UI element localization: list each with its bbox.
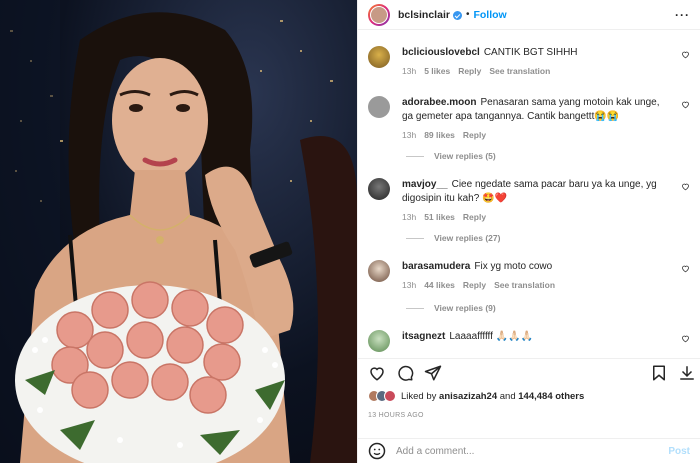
commenter-avatar[interactable]	[368, 330, 390, 352]
comment-time[interactable]: 13h	[402, 130, 416, 140]
action-bar	[358, 358, 700, 386]
post-photo[interactable]	[0, 0, 357, 463]
like-comment-heart-icon[interactable]	[681, 50, 690, 59]
comment-username[interactable]: adorabee.moon	[402, 97, 476, 108]
like-comment-heart-icon[interactable]	[681, 264, 690, 273]
see-translation-link[interactable]: See translation	[489, 66, 550, 76]
view-replies-button[interactable]: View replies (9)	[406, 303, 496, 313]
like-heart-icon[interactable]	[368, 364, 386, 382]
reply-button[interactable]: Reply	[463, 212, 486, 222]
reply-button[interactable]: Reply	[463, 130, 486, 140]
comment-username[interactable]: mavjoy__	[402, 179, 448, 190]
bookmark-icon[interactable]	[650, 364, 668, 382]
commenter-avatar[interactable]	[368, 46, 390, 68]
likes-count[interactable]: 144,484 others	[518, 391, 584, 402]
comment-bubble-icon[interactable]	[396, 364, 414, 382]
comment-time[interactable]: 13h	[402, 66, 416, 76]
reply-button[interactable]: Reply	[458, 66, 481, 76]
comment-likes[interactable]: 5 likes	[424, 66, 450, 76]
follow-button[interactable]: Follow	[473, 9, 506, 21]
photo-illustration	[0, 0, 357, 463]
liked-by-and: and	[499, 390, 516, 402]
comment-likes[interactable]: 44 likes	[424, 280, 455, 290]
comment-text: Laaaaffffff 🙏🏻🙏🏻🙏🏻	[449, 331, 534, 342]
view-replies-button[interactable]: View replies (5)	[406, 151, 496, 161]
liker-avatar[interactable]	[384, 390, 396, 402]
author-avatar[interactable]	[368, 3, 390, 26]
liked-by-prefix: Liked by	[401, 390, 437, 402]
comment-item: bclicious‌lovebcl CANTIK BGT SIHHH 13h 5 l…	[368, 46, 690, 86]
view-replies-button[interactable]: View replies (27)	[406, 233, 500, 243]
comment-time[interactable]: 13h	[402, 280, 416, 290]
comment-item: mavjoy__ Ciee ngedate sama pacar baru ya …	[368, 178, 690, 228]
comment-username[interactable]: bclicious‌lovebcl	[402, 47, 480, 58]
post-side-panel: bclsinclair • Follow ··· bclicious‌loveb…	[357, 0, 700, 463]
verified-badge-icon	[452, 11, 462, 20]
post-header: bclsinclair • Follow ···	[358, 0, 700, 30]
emoji-icon[interactable]	[368, 442, 386, 460]
comment-username[interactable]: itsagnezt	[402, 331, 445, 342]
comment-item: adorabee.moon Penasaran sama yang motoin …	[368, 96, 690, 146]
comment-likes[interactable]: 89 likes	[424, 130, 455, 140]
download-icon[interactable]	[678, 364, 696, 382]
like-comment-heart-icon[interactable]	[681, 182, 690, 191]
comment-item: barasamudera Fix yg moto cowo 13h 44 likes…	[368, 260, 690, 300]
comments-list[interactable]: bclicious‌lovebcl CANTIK BGT SIHHH 13h 5 l…	[358, 40, 700, 352]
comment-username[interactable]: barasamudera	[402, 261, 470, 272]
likes-summary: Liked by anisazizah24 and 144,484 others	[368, 390, 584, 402]
author-username[interactable]: bclsinclair	[398, 9, 450, 21]
liked-by-user[interactable]: anisazizah24	[439, 391, 497, 402]
like-comment-heart-icon[interactable]	[681, 100, 690, 109]
commenter-avatar[interactable]	[368, 96, 390, 118]
comment-likes[interactable]: 51 likes	[424, 212, 455, 222]
add-comment-bar: Post	[358, 438, 700, 463]
post-timestamp[interactable]: 13 HOURS AGO	[368, 412, 424, 419]
post-comment-button[interactable]: Post	[668, 446, 690, 457]
more-options-icon[interactable]: ···	[675, 8, 690, 22]
comment-text: Fix yg moto cowo	[474, 261, 553, 272]
like-comment-heart-icon[interactable]	[681, 334, 690, 343]
separator-dot: •	[465, 9, 470, 20]
commenter-avatar[interactable]	[368, 260, 390, 282]
comment-item: itsagnezt Laaaaffffff 🙏🏻🙏🏻🙏🏻	[368, 330, 690, 352]
comment-time[interactable]: 13h	[402, 212, 416, 222]
commenter-avatar[interactable]	[368, 178, 390, 200]
comment-input[interactable]	[396, 445, 669, 457]
reply-button[interactable]: Reply	[463, 280, 486, 290]
comment-text: CANTIK BGT SIHHH	[483, 47, 578, 58]
see-translation-link[interactable]: See translation	[494, 280, 555, 290]
share-send-icon[interactable]	[424, 364, 442, 382]
